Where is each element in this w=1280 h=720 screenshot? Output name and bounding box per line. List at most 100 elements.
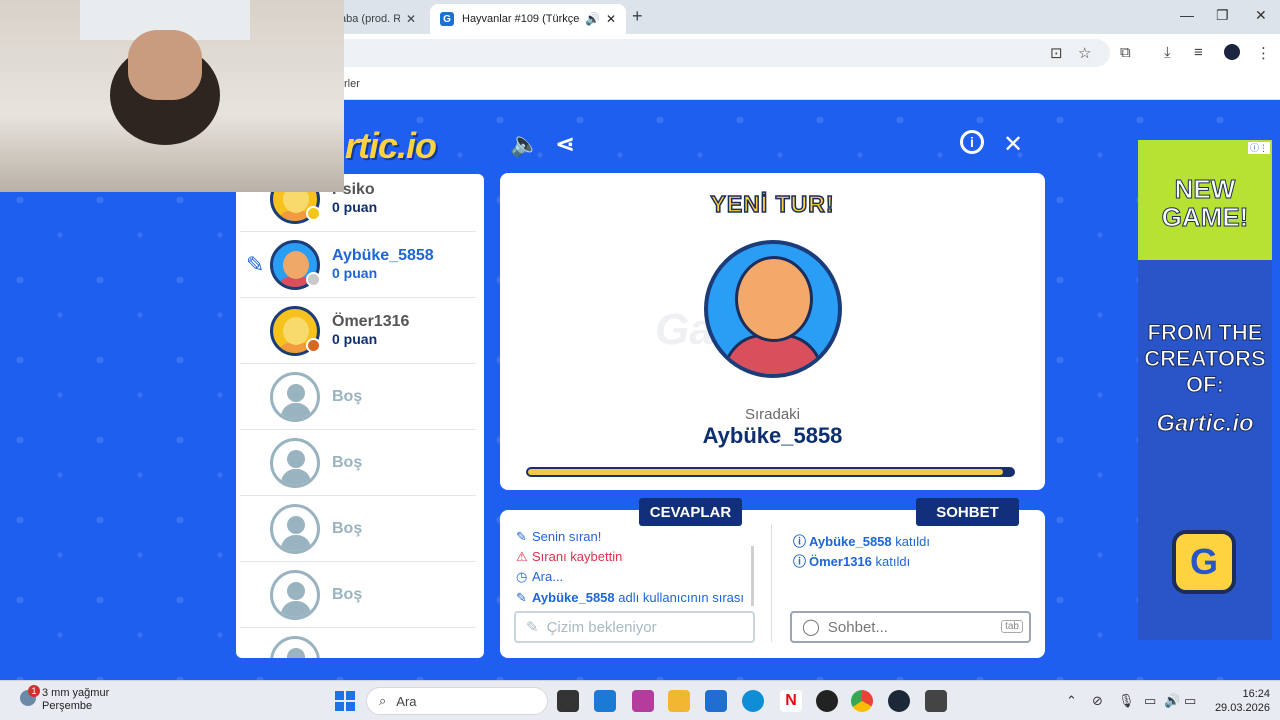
- empty-slot-label: Boş: [332, 454, 363, 471]
- start-button[interactable]: [335, 691, 355, 711]
- weather-widget[interactable]: 1 3 mm yağmur Perşembe: [20, 685, 110, 713]
- maximize-icon[interactable]: ❐: [1216, 7, 1229, 24]
- ad-text: NEW: [1174, 174, 1236, 205]
- player-row[interactable]: Ömer1316 0 puan: [240, 298, 476, 364]
- extensions-icon[interactable]: ⧉: [1120, 44, 1131, 61]
- answer-message: ✎ Senin sıran!: [516, 529, 602, 544]
- player-row-current[interactable]: ✎ Aybüke_5858 0 puan: [240, 232, 476, 298]
- chat-title: SOHBET: [916, 498, 1019, 526]
- ad-text: GAME!: [1161, 202, 1249, 233]
- pencil-icon: ✎: [526, 619, 539, 636]
- answer-input[interactable]: ✎ Çizim bekleniyor: [514, 611, 755, 643]
- next-player-name: Aybüke_5858: [702, 423, 843, 448]
- file-explorer-icon[interactable]: [668, 690, 690, 712]
- audio-icon[interactable]: 🔊: [585, 12, 600, 26]
- player-score: 0 puan: [332, 199, 378, 215]
- steam-icon[interactable]: [888, 690, 910, 712]
- sound-icon[interactable]: 🔈: [510, 130, 540, 159]
- bookmark-star-icon[interactable]: ☆: [1078, 44, 1091, 62]
- empty-avatar-icon: [270, 438, 320, 488]
- player-list: Psiko 0 puan ✎ Aybüke_5858 0 puan Ömer13…: [236, 174, 484, 658]
- chat-input[interactable]: ◯ Sohbet... tab: [790, 611, 1031, 643]
- player-status-dot: [306, 206, 321, 221]
- profile-avatar-icon[interactable]: [1224, 44, 1240, 60]
- taskbar: 1 3 mm yağmur Perşembe ⌕ Ara N ⌃ ⊘ 🎙 ▭ 🔊 …: [0, 680, 1280, 720]
- answers-chat-panel: CEVAPLAR SOHBET ✎ Senin sıran! ⚠ Sıranı ka…: [500, 498, 1045, 658]
- answers-scrollbar[interactable]: [751, 546, 754, 606]
- new-round-title: YENİ TUR!: [710, 190, 835, 218]
- volume-icon[interactable]: 🔊: [1164, 693, 1180, 709]
- round-progress-bar: [526, 467, 1015, 477]
- share-icon[interactable]: ⋖: [555, 130, 575, 159]
- gartic-logo: rtic.io: [345, 125, 437, 166]
- app-icon[interactable]: [816, 690, 838, 712]
- tab-title: aba (prod. R: [340, 13, 400, 25]
- edge-icon[interactable]: [742, 690, 764, 712]
- tab-key-hint: tab: [1001, 620, 1023, 633]
- pencil-icon: ✎: [246, 252, 265, 277]
- clock-icon: ◷: [516, 569, 528, 584]
- download-icon[interactable]: ⤓: [1164, 44, 1171, 61]
- empty-avatar-icon: [270, 570, 320, 620]
- empty-avatar-icon: [270, 636, 320, 658]
- task-view-icon[interactable]: [557, 690, 579, 712]
- answers-title: CEVAPLAR: [639, 498, 742, 526]
- player-score: 0 puan: [332, 265, 378, 281]
- empty-slot-row: Boş: [240, 496, 476, 562]
- advertisement[interactable]: ⓘ⋮ NEW GAME! FROM THE CREATORS OF: Garti…: [1138, 140, 1272, 640]
- round-card: Gartic.io YENİ TUR! Sıradaki Aybüke_5858: [500, 173, 1045, 490]
- outlook-icon[interactable]: [594, 690, 616, 712]
- warning-icon: ⚠: [516, 549, 528, 564]
- omnibox[interactable]: [330, 39, 1110, 67]
- answer-message: ✎ Aybüke_5858 adlı kullanıcının sırası: [516, 590, 744, 605]
- empty-slot-row: Boş: [240, 364, 476, 430]
- menu-kebab-icon[interactable]: ⋮: [1256, 44, 1271, 62]
- ad-app-icon: G: [1172, 530, 1236, 594]
- clock-date: 29.03.2026: [1214, 702, 1270, 714]
- tab-close-icon[interactable]: ✕: [406, 12, 416, 26]
- tray-chevron-icon[interactable]: ⌃: [1066, 693, 1077, 709]
- microphone-icon[interactable]: 🎙: [1118, 693, 1135, 709]
- weather-temp: 3 mm yağmur: [42, 687, 110, 699]
- tab-close-icon[interactable]: ✕: [606, 12, 616, 26]
- gartic-favicon-icon: G: [440, 12, 454, 26]
- chrome-icon[interactable]: [851, 690, 873, 712]
- exit-icon[interactable]: ✕: [1003, 130, 1023, 159]
- answer-message: ⚠ Sıranı kaybettin: [516, 549, 623, 564]
- store-icon[interactable]: [705, 690, 727, 712]
- search-icon: ⌕: [379, 693, 387, 708]
- new-tab-button[interactable]: +: [632, 6, 643, 27]
- tab-title: Hayvanlar #109 (Türkçe) - G: [462, 13, 579, 25]
- tray-icon[interactable]: ⊘: [1092, 693, 1103, 709]
- player-status-dot: [306, 272, 321, 287]
- browser-tab-active[interactable]: G Hayvanlar #109 (Türkçe) - G 🔊 ✕: [430, 4, 626, 34]
- network-icon[interactable]: ▭: [1144, 693, 1156, 709]
- app-icon[interactable]: [925, 690, 947, 712]
- pencil-icon: ✎: [516, 529, 527, 544]
- browser-tab-inactive[interactable]: aba (prod. R ✕: [330, 4, 426, 34]
- ad-info-icon[interactable]: ⓘ⋮: [1248, 142, 1270, 154]
- install-app-icon[interactable]: ⊡: [1050, 44, 1063, 62]
- info-icon[interactable]: i: [960, 130, 984, 154]
- empty-slot-row: [240, 628, 476, 658]
- window-close-icon[interactable]: ✕: [1255, 7, 1267, 24]
- panel-divider: [771, 524, 772, 642]
- player-score: 0 puan: [332, 331, 378, 347]
- netflix-icon[interactable]: N: [780, 690, 802, 712]
- ad-text: FROM THE: [1147, 320, 1263, 346]
- progress-fill: [528, 469, 1004, 475]
- player-status-dot: [306, 338, 321, 353]
- taskbar-search[interactable]: ⌕ Ara: [366, 687, 548, 715]
- clock[interactable]: 16:24 29.03.2026: [1200, 687, 1270, 715]
- minimize-icon[interactable]: —: [1180, 7, 1194, 23]
- teams-icon[interactable]: [632, 690, 654, 712]
- battery-icon[interactable]: ▭: [1184, 693, 1196, 709]
- media-control-icon[interactable]: ≡: [1194, 44, 1203, 61]
- empty-avatar-icon: [270, 372, 320, 422]
- notification-badge: 1: [28, 685, 40, 697]
- bookmark-item[interactable]: rler: [344, 78, 360, 90]
- player-name: Ömer1316: [332, 313, 410, 330]
- webcam-overlay: [0, 0, 344, 192]
- empty-slot-row: Boş: [240, 430, 476, 496]
- empty-slot-label: Boş: [332, 520, 363, 537]
